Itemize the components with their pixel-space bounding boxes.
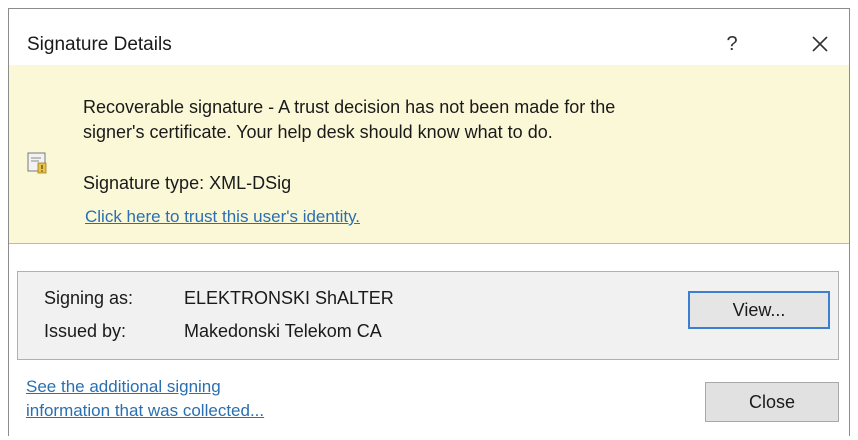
additional-link-line-2[interactable]: information that was collected... bbox=[26, 399, 346, 423]
trust-identity-link[interactable]: Click here to trust this user's identity… bbox=[85, 207, 360, 227]
view-certificate-button[interactable]: View... bbox=[688, 291, 830, 329]
signing-as-value: ELEKTRONSKI ShALTER bbox=[184, 288, 394, 308]
additional-link-line-1[interactable]: See the additional signing bbox=[26, 375, 346, 399]
additional-signing-info-link[interactable]: See the additional signing information t… bbox=[26, 375, 346, 423]
close-icon[interactable] bbox=[805, 29, 835, 59]
signing-as-label: Signing as: bbox=[44, 288, 134, 308]
trust-message-line-2: signer's certificate. Your help desk sho… bbox=[83, 122, 553, 142]
issued-by-label: Issued by: bbox=[44, 321, 127, 341]
signer-info-panel: Signing as: ELEKTRONSKI ShALTER Issued b… bbox=[17, 271, 839, 360]
trust-message: Recoverable signature - A trust decision… bbox=[83, 95, 803, 145]
trust-message-line-1: Recoverable signature - A trust decision… bbox=[83, 97, 616, 117]
signature-details-dialog: Signature Details ? Recoverable signatur… bbox=[8, 8, 850, 436]
help-button[interactable]: ? bbox=[717, 29, 747, 59]
dialog-title: Signature Details bbox=[27, 34, 172, 55]
signature-type: Signature type: XML-DSig bbox=[83, 173, 292, 193]
close-button[interactable]: Close bbox=[705, 382, 839, 422]
trust-warning-banner: Recoverable signature - A trust decision… bbox=[9, 65, 849, 244]
issued-by-value: Makedonski Telekom CA bbox=[184, 321, 382, 341]
certificate-warning-icon bbox=[27, 151, 49, 175]
